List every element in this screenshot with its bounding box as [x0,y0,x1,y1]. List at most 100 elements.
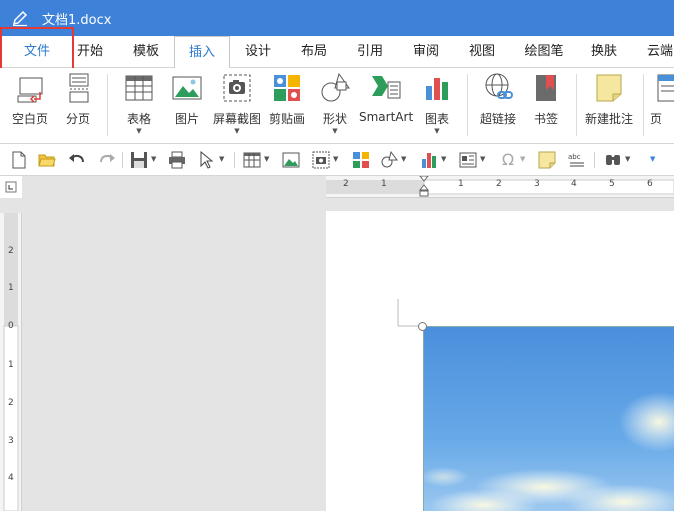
header-icon [650,72,674,104]
shapes-icon[interactable] [380,150,398,169]
ruler-label: 3 [534,179,540,189]
screenshot-icon[interactable] [312,151,330,169]
dropdown-arrow-icon[interactable]: ▼ [520,155,525,163]
quick-access-toolbar: ▼ ▼ ▼ ▼ ▼ ▼ ▼ Ω ▼ abc ▼ ▼ [0,144,674,176]
table-button[interactable]: 表格 ▼ [117,72,161,135]
ruler-corner[interactable] [0,176,22,198]
textbox-icon[interactable] [459,151,477,169]
new-comment-label: 新建批注 [584,112,633,126]
indent-marker-icon[interactable] [418,176,430,198]
open-folder-icon[interactable] [38,151,56,169]
ruler-label: 2 [343,179,349,189]
chart-icon[interactable] [420,151,438,169]
select-cursor-icon[interactable] [198,150,216,169]
ruler-label: 4 [8,473,14,483]
ruler-label: 2 [8,398,14,408]
ribbon-separator [576,74,577,136]
dropdown-arrow-icon: ▼ [234,127,240,135]
inserted-sky-image[interactable] [423,326,674,511]
ribbon-separator [467,74,468,136]
tab-template[interactable]: 模板 [120,36,172,68]
horizontal-ruler[interactable]: 2 1 1 2 3 4 5 6 [326,176,674,198]
hyperlink-button[interactable]: 超链接 [476,72,520,127]
ruler-label: 1 [381,179,387,189]
toolbar-separator [122,152,123,168]
ruler-label: 6 [647,179,653,189]
screenshot-label: 屏幕截图 [212,112,261,126]
new-document-icon[interactable] [10,151,28,169]
shapes-label: 形状 [322,112,347,126]
smartart-icon [370,72,402,104]
tab-cloud[interactable]: 云端 [634,36,674,68]
dropdown-arrow-icon[interactable]: ▼ [333,155,338,163]
clipart-icon [271,72,303,104]
dropdown-arrow-icon: ▼ [136,127,142,135]
ribbon-separator [107,74,108,136]
menu-bar: 文件 开始 模板 插入 设计 布局 引用 审阅 视图 绘图笔 换肤 云端 [0,36,674,69]
chart-button[interactable]: 图表 ▼ [415,72,459,135]
pen-icon[interactable] [10,8,30,28]
new-comment-button[interactable]: 新建批注 [581,72,637,127]
image-resize-handle[interactable] [418,322,427,331]
ruler-label: 4 [571,179,577,189]
dropdown-arrow-icon: ▼ [434,127,440,135]
bookmark-label: 书签 [533,112,558,126]
picture-label: 图片 [174,112,199,126]
tab-drawing-pen[interactable]: 绘图笔 [512,36,576,68]
blank-page-button[interactable]: 空白页 [8,72,52,127]
dropdown-arrow-icon[interactable]: ▼ [151,155,156,163]
more-icon[interactable]: ▼ [650,155,655,163]
spellcheck-icon[interactable]: abc [568,151,586,169]
undo-icon[interactable] [68,151,86,169]
table-icon[interactable] [243,151,261,169]
ruler-label: 0 [8,321,14,331]
insert-ribbon: 空白页 分页 表格 ▼ 图片 屏幕截图 ▼ 剪贴画 形状 ▼ SmartArt … [0,68,674,144]
symbol-icon[interactable]: Ω [499,151,517,169]
document-title: 文档1.docx [42,12,112,28]
ruler-label: 3 [8,436,14,446]
vertical-ruler[interactable]: 2 1 0 1 2 3 4 [0,213,22,511]
dropdown-arrow-icon[interactable]: ▼ [480,155,485,163]
header-button[interactable]: 页 [650,72,674,127]
tab-insert[interactable]: 插入 [174,36,230,69]
tab-view[interactable]: 视图 [456,36,508,68]
toolbar-separator [594,152,595,168]
page-break-icon [62,72,94,104]
tab-review[interactable]: 审阅 [400,36,452,68]
tab-skin[interactable]: 换肤 [578,36,630,68]
bookmark-icon [530,72,562,104]
smartart-label: SmartArt [359,110,414,124]
page-break-button[interactable]: 分页 [56,72,100,127]
clipart-button[interactable]: 剪贴画 [265,72,309,127]
dropdown-arrow-icon[interactable]: ▼ [219,155,224,163]
smartart-button[interactable]: SmartArt [359,72,413,124]
dropdown-arrow-icon[interactable]: ▼ [401,155,406,163]
picture-icon[interactable] [282,151,300,169]
svg-text:abc: abc [568,153,581,161]
dropdown-arrow-icon[interactable]: ▼ [625,155,630,163]
dropdown-arrow-icon[interactable]: ▼ [264,155,269,163]
bookmark-button[interactable]: 书签 [524,72,568,127]
print-icon[interactable] [168,151,186,169]
tab-design[interactable]: 设计 [232,36,284,68]
save-icon[interactable] [130,151,148,169]
screenshot-button[interactable]: 屏幕截图 ▼ [211,72,263,135]
chart-label: 图表 [424,112,449,126]
shapes-button[interactable]: 形状 ▼ [313,72,357,135]
tab-references[interactable]: 引用 [344,36,396,68]
blank-page-label: 空白页 [11,112,48,126]
tab-layout[interactable]: 布局 [288,36,340,68]
hyperlink-label: 超链接 [479,112,516,126]
clipart-icon[interactable] [352,151,370,169]
ruler-label: 1 [8,360,14,370]
picture-button[interactable]: 图片 [165,72,209,127]
dropdown-arrow-icon[interactable]: ▼ [441,155,446,163]
title-bar: 文档1.docx [0,0,674,36]
find-icon[interactable] [604,151,622,169]
sticky-note-icon[interactable] [538,151,556,169]
ruler-label: 2 [8,246,14,256]
redo-icon[interactable] [98,151,116,169]
blank-page-icon [14,72,46,104]
hyperlink-icon [482,72,514,104]
table-label: 表格 [126,112,151,126]
